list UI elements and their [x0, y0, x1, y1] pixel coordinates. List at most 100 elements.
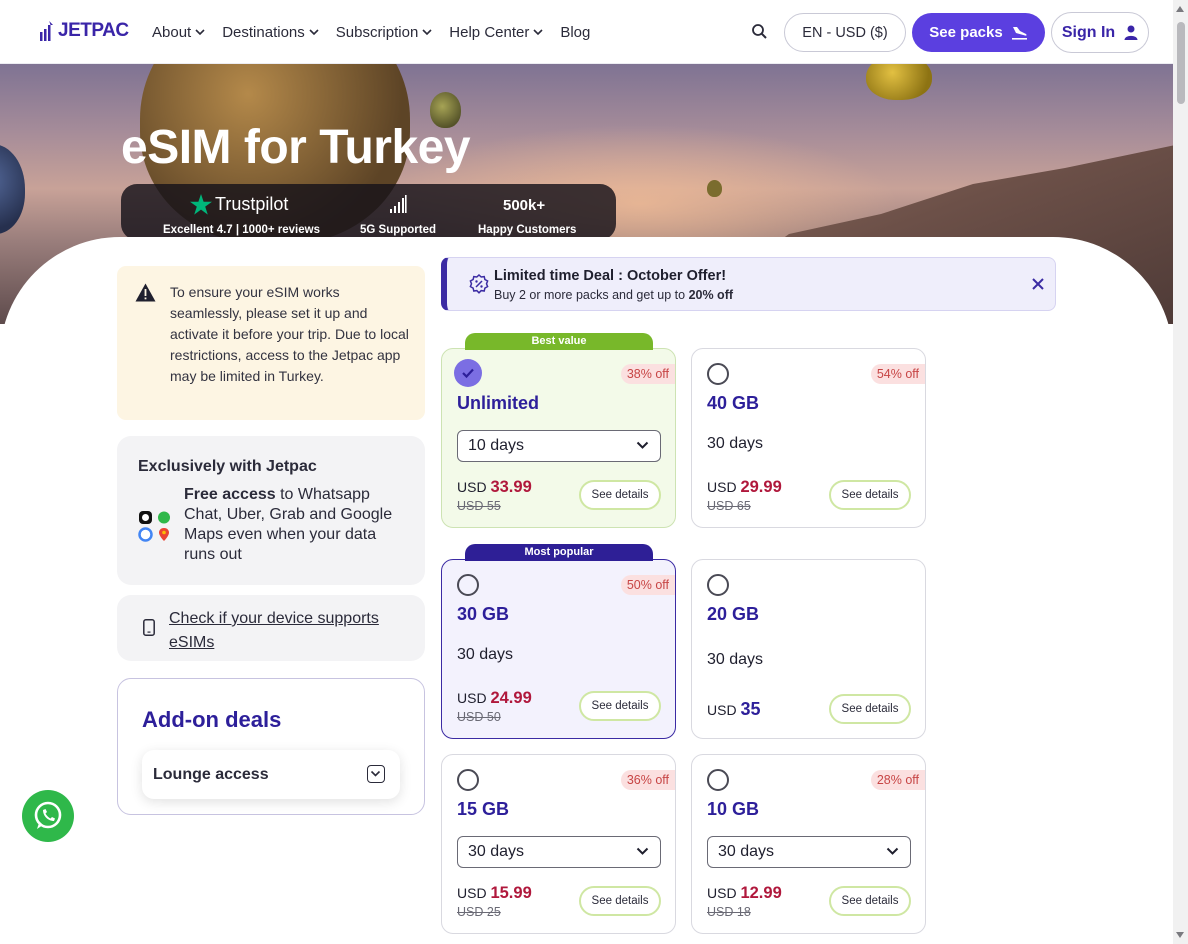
chevron-down-icon: [309, 29, 319, 36]
price-currency: USD: [457, 479, 487, 495]
nav-blog-label: Blog: [560, 23, 591, 41]
price-currency: USD: [457, 690, 487, 706]
pack-radio-selected[interactable]: [454, 359, 482, 387]
deal-description-bold: 20% off: [688, 288, 734, 302]
hot-air-balloon-image: [707, 180, 722, 197]
pack-duration: 30 days: [707, 651, 764, 668]
pack-radio[interactable]: [457, 769, 479, 791]
warning-text: To ensure your eSIM works seamlessly, pl…: [170, 284, 409, 384]
logo-text: JETPAC: [58, 20, 129, 41]
trustpilot-rating: Excellent 4.7 | 1000+ reviews: [163, 224, 320, 236]
trustpilot-name: Trustpilot: [215, 194, 289, 214]
warning-icon: [135, 283, 156, 302]
warning-notice: To ensure your eSIM works seamlessly, pl…: [117, 266, 425, 420]
chevron-down-icon: [422, 29, 432, 36]
hot-air-balloon-image: [0, 144, 25, 234]
page-title: eSIM for Turkey: [121, 121, 471, 174]
nav-help-center[interactable]: Help Center: [449, 24, 543, 41]
scroll-down-arrow-icon[interactable]: [1176, 932, 1184, 938]
see-details-button[interactable]: See details: [829, 694, 911, 724]
pack-card-15gb[interactable]: 36% off 15 GB 30 days USD 15.99 USD 25 S…: [441, 754, 676, 934]
duration-value: 30 days: [468, 843, 525, 860]
pack-radio[interactable]: [707, 769, 729, 791]
lounge-access-item[interactable]: Lounge access: [142, 750, 400, 799]
nav-blog[interactable]: Blog: [560, 24, 590, 41]
discount-badge: 54% off: [870, 364, 925, 384]
chevron-down-icon: [533, 29, 543, 36]
language-currency-button[interactable]: EN - USD ($): [784, 13, 906, 52]
duration-select[interactable]: 30 days: [457, 836, 661, 868]
pack-name: 10 GB: [707, 799, 760, 819]
top-nav-bar: JETPAC About Destinations Subscription H…: [0, 0, 1173, 64]
nav-subscription[interactable]: Subscription: [336, 24, 433, 41]
close-icon[interactable]: [1029, 275, 1047, 293]
discount-badge: 36% off: [620, 770, 675, 790]
see-details-button[interactable]: See details: [579, 886, 661, 916]
pack-radio[interactable]: [707, 363, 729, 385]
exclusive-access-card: Exclusively with Jetpac Free access to W…: [117, 436, 425, 585]
pack-price: USD 29.99: [707, 478, 782, 497]
see-details-button[interactable]: See details: [579, 691, 661, 721]
price-amount: 12.99: [740, 884, 782, 902]
pack-card-40gb[interactable]: 54% off 40 GB 30 days USD 29.99 USD 65 S…: [691, 348, 926, 528]
device-compatibility-link[interactable]: Check if your device supports eSIMs: [169, 607, 409, 655]
see-details-button[interactable]: See details: [829, 480, 911, 510]
deal-description: Buy 2 or more packs and get up to 20% of…: [494, 288, 733, 302]
price-currency: USD: [457, 885, 487, 901]
pack-radio[interactable]: [457, 574, 479, 596]
5g-supported-label: 5G Supported: [360, 224, 437, 236]
device-check-card[interactable]: Check if your device supports eSIMs: [117, 595, 425, 661]
page-scrollbar[interactable]: [1173, 0, 1188, 944]
chevron-down-icon: [636, 847, 649, 855]
nav-about[interactable]: About: [152, 24, 205, 41]
discount-badge: 50% off: [620, 575, 675, 595]
nav-subscription-label: Subscription: [335, 23, 419, 41]
duration-select[interactable]: 10 days: [457, 430, 661, 462]
logo-icon: [40, 21, 53, 41]
see-packs-button[interactable]: See packs: [912, 13, 1045, 52]
customers-count: 500k+: [503, 197, 546, 214]
scroll-up-arrow-icon[interactable]: [1176, 6, 1184, 12]
app-icons-cluster: [138, 511, 170, 542]
old-price: USD 65: [707, 499, 751, 513]
pack-card-10gb[interactable]: 28% off 10 GB 30 days USD 12.99 USD 18 S…: [691, 754, 926, 934]
price-amount: 29.99: [740, 478, 782, 496]
pack-price: USD 15.99: [457, 884, 532, 903]
trustpilot-logo[interactable]: Trustpilot: [190, 194, 288, 215]
pack-duration: 30 days: [457, 646, 514, 663]
addon-deals-card: Add-on deals Lounge access: [117, 678, 425, 815]
main-nav: About Destinations Subscription Help Cen…: [152, 0, 590, 64]
deal-description-text: Buy 2 or more packs and get up to: [494, 288, 689, 302]
scrollbar-thumb[interactable]: [1177, 22, 1185, 104]
pack-price: USD 35: [707, 699, 760, 720]
plane-landing-icon: [1011, 26, 1027, 40]
pack-name: 40 GB: [707, 393, 760, 413]
pack-name: 15 GB: [457, 799, 510, 819]
see-details-button[interactable]: See details: [579, 480, 661, 510]
whatsapp-chat-button[interactable]: [22, 790, 74, 842]
old-price: USD 50: [457, 710, 501, 724]
see-packs-label: See packs: [929, 24, 1003, 41]
price-amount: 35: [740, 699, 761, 719]
discount-badge: 38% off: [620, 364, 675, 384]
pack-name: 20 GB: [707, 604, 760, 624]
nav-help-center-label: Help Center: [449, 23, 530, 41]
sign-in-label: Sign In: [1061, 23, 1116, 41]
sign-in-button[interactable]: Sign In: [1051, 12, 1149, 53]
check-icon: [462, 368, 474, 379]
phone-icon: [143, 619, 155, 636]
nav-destinations[interactable]: Destinations: [222, 24, 319, 41]
pack-radio[interactable]: [707, 574, 729, 596]
expand-icon[interactable]: [367, 765, 385, 783]
see-details-button[interactable]: See details: [829, 886, 911, 916]
duration-select[interactable]: 30 days: [707, 836, 911, 868]
whatsapp-icon: [34, 801, 62, 829]
pack-duration: 30 days: [707, 435, 764, 452]
search-icon[interactable]: [750, 22, 770, 42]
pack-card-20gb[interactable]: 20 GB 30 days USD 35 See details: [691, 559, 926, 739]
signal-icon: [390, 195, 407, 213]
pack-card-30gb[interactable]: Most popular 50% off 30 GB 30 days USD 2…: [441, 544, 676, 739]
pack-card-unlimited[interactable]: Best value 38% off Unlimited 10 days USD…: [441, 333, 676, 528]
happy-customers-label: Happy Customers: [478, 224, 577, 236]
jetpac-logo[interactable]: JETPAC: [40, 20, 129, 42]
